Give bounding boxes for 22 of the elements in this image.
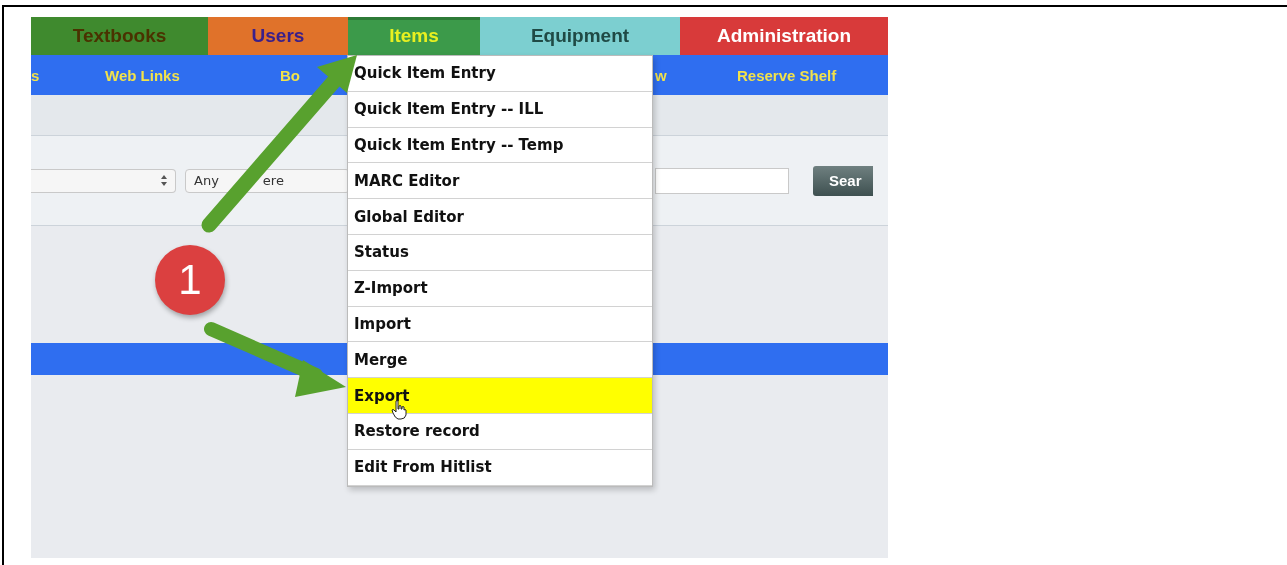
- scope-select[interactable]: [31, 168, 176, 193]
- menu-item[interactable]: Quick Item Entry -- Temp: [348, 127, 652, 164]
- menu-item[interactable]: Status: [348, 235, 652, 271]
- menu-item[interactable]: Merge: [348, 342, 652, 379]
- menu-item[interactable]: Quick Item Entry: [348, 56, 652, 92]
- nav-tab[interactable]: Users: [208, 17, 348, 55]
- nav-tab[interactable]: Administration: [680, 17, 888, 55]
- search-field[interactable]: [655, 167, 789, 194]
- menu-item[interactable]: Restore record: [348, 413, 652, 450]
- select-text: ere: [262, 173, 284, 188]
- menu-item[interactable]: MARC Editor: [348, 163, 652, 200]
- menu-item[interactable]: Import: [348, 306, 652, 343]
- nav-tab[interactable]: Equipment: [480, 17, 680, 55]
- search-button[interactable]: Sear: [813, 165, 873, 196]
- menu-item[interactable]: Edit From Hitlist: [348, 449, 652, 486]
- menu-item[interactable]: Quick Item Entry -- ILL: [348, 91, 652, 128]
- step-badge: 1: [155, 245, 225, 315]
- menu-item[interactable]: Export: [348, 378, 652, 414]
- menu-item[interactable]: Global Editor: [348, 199, 652, 235]
- menu-item[interactable]: Z-Import: [348, 270, 652, 307]
- updown-icon: [161, 175, 167, 186]
- select-text: Any: [194, 173, 219, 188]
